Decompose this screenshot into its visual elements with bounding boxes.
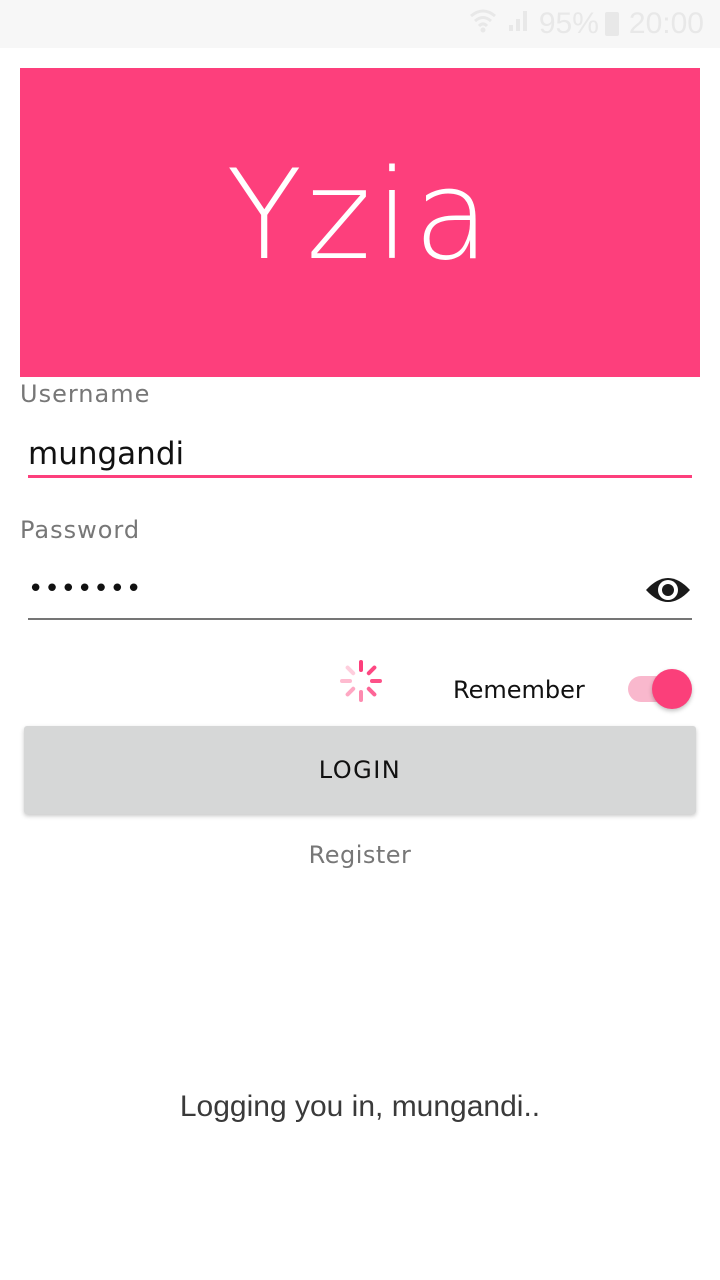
- brand-banner: Yzia: [20, 68, 700, 377]
- signal-icon: [507, 7, 529, 41]
- username-underline: [28, 475, 692, 478]
- toggle-thumb: [652, 669, 692, 709]
- login-button[interactable]: LOGIN: [24, 726, 696, 814]
- battery-icon: [604, 12, 619, 36]
- password-underline: [28, 618, 692, 620]
- register-link[interactable]: Register: [0, 841, 720, 869]
- status-bar: 95% 20:00: [0, 0, 720, 48]
- app-logo-title: Yzia: [226, 143, 494, 288]
- wifi-icon: [469, 7, 497, 41]
- battery-percent: 95%: [538, 7, 599, 40]
- remember-toggle[interactable]: [626, 668, 696, 710]
- password-input[interactable]: •••••••: [28, 574, 692, 614]
- clock: 20:00: [628, 7, 704, 40]
- login-status-message: Logging you in, mungandi..: [179, 1090, 541, 1123]
- username-label: Username: [20, 380, 151, 408]
- loading-spinner-icon: [338, 658, 384, 704]
- username-input[interactable]: [28, 434, 692, 474]
- password-label: Password: [20, 516, 141, 544]
- remember-label: Remember: [453, 676, 585, 704]
- eye-icon[interactable]: [644, 572, 692, 608]
